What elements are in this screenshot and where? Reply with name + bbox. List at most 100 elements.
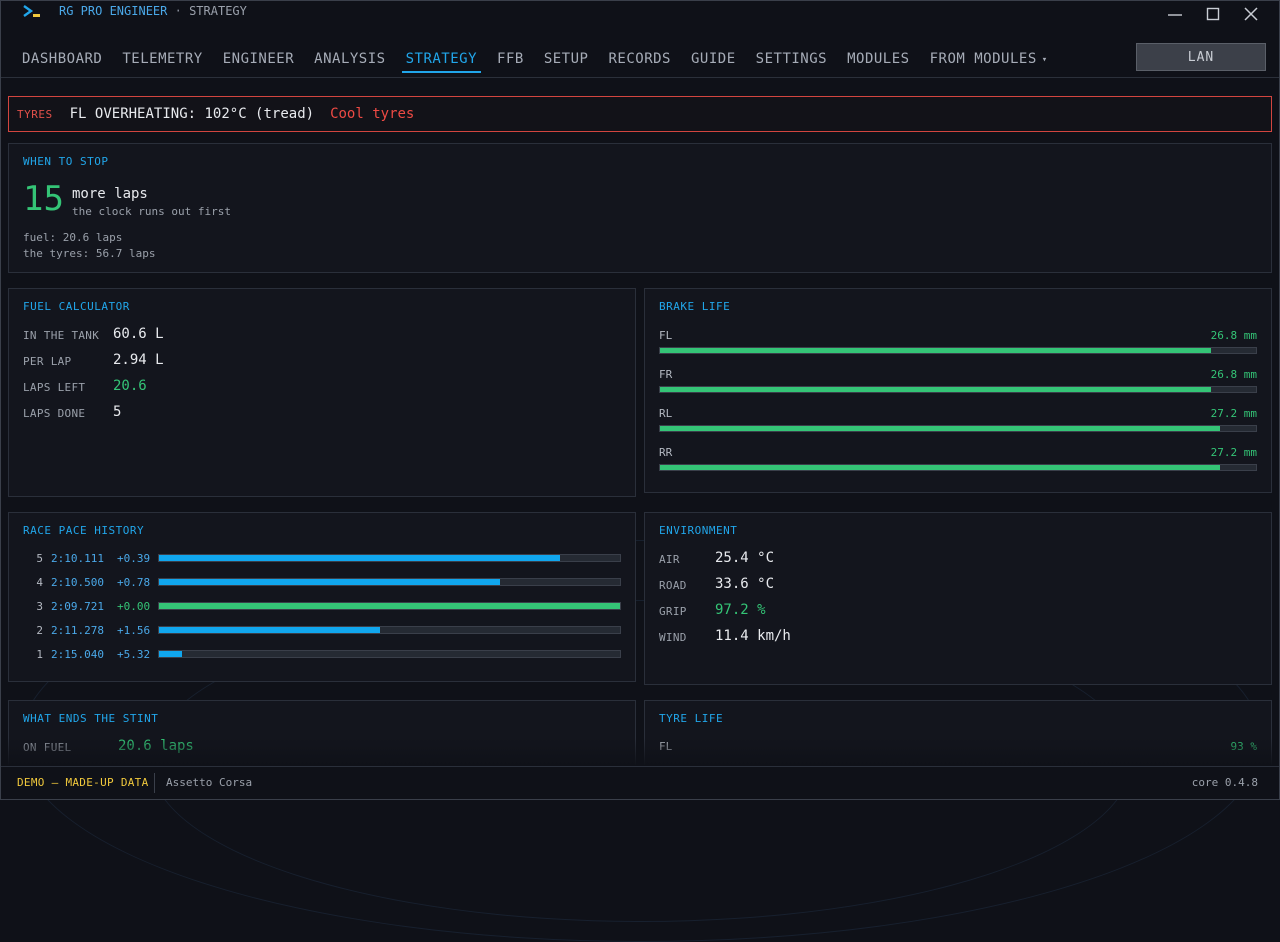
lap-time: 2:15.040 [51, 648, 104, 661]
pace-bar-fill [159, 603, 620, 609]
maximize-icon[interactable] [1202, 4, 1224, 24]
race-pace-panel: RACE PACE HISTORY 5 2:10.111 +0.39 4 2:1… [8, 512, 636, 682]
tab-engineer[interactable]: ENGINEER [223, 48, 294, 72]
terminal-logo-icon [22, 4, 42, 20]
version-label: core 0.4.8 [1191, 776, 1258, 789]
title-bar: RG PRO ENGINEER · STRATEGY [0, 0, 1280, 26]
panel-title: FUEL CALCULATOR [23, 300, 130, 313]
pace-bar [158, 650, 621, 658]
lap-time: 2:09.721 [51, 600, 104, 613]
lan-button[interactable]: LAN [1136, 43, 1266, 71]
env-label: WIND [659, 631, 687, 644]
fuel-laps-line: fuel: 20.6 laps [23, 231, 123, 244]
panel-title: WHEN TO STOP [23, 155, 109, 168]
brake-label: FR [659, 368, 673, 381]
brake-label: RL [659, 407, 673, 420]
brake-row: FR 26.8 mm [659, 368, 1257, 398]
tyre-alert-banner: TYRES FL OVERHEATING: 102°C (tread) Cool… [8, 96, 1272, 132]
tyre-value: 93 % [1230, 740, 1258, 753]
panel-title: RACE PACE HISTORY [23, 524, 145, 537]
lap-delta: +0.39 [117, 552, 151, 565]
lap-number: 5 [36, 552, 43, 565]
tab-dashboard[interactable]: DASHBOARD [22, 48, 102, 72]
fuel-value: 60.6 L [113, 326, 164, 342]
brake-value: 26.8 mm [1210, 368, 1257, 381]
panel-title: TYRE LIFE [659, 712, 724, 725]
brake-bar-fill [660, 426, 1221, 431]
close-icon[interactable] [1240, 4, 1262, 24]
pace-bar-fill [159, 627, 381, 633]
tab-from-modules[interactable]: FROM MODULES ▾ [930, 48, 1048, 72]
fuel-label: LAPS DONE [23, 407, 86, 420]
pace-row: 3 2:09.721 +0.00 [23, 600, 621, 614]
fuel-label: LAPS LEFT [23, 381, 86, 394]
fuel-value: 20.6 [113, 378, 147, 394]
tab-strategy[interactable]: STRATEGY [401, 48, 482, 73]
chevron-down-icon: ▾ [1041, 55, 1048, 65]
app-title: RG PRO ENGINEER · STRATEGY [59, 4, 247, 18]
pace-row: 2 2:11.278 +1.56 [23, 624, 621, 638]
pace-bar-fill [159, 555, 561, 561]
tab-ffb[interactable]: FFB [497, 48, 524, 72]
game-name: Assetto Corsa [166, 776, 253, 789]
env-value: 33.6 °C [715, 576, 775, 592]
brake-bar-fill [660, 465, 1221, 470]
brake-bar [659, 464, 1257, 471]
stint-label: ON FUEL [23, 741, 72, 754]
stint-value: 20.6 laps [118, 738, 194, 754]
lap-delta: +5.32 [117, 648, 151, 661]
pace-bar [158, 602, 621, 610]
brake-bar-fill [660, 387, 1212, 392]
pace-bar [158, 554, 621, 562]
main-nav: DASHBOARD TELEMETRY ENGINEER ANALYSIS ST… [22, 48, 1048, 78]
panel-title: ENVIRONMENT [659, 524, 738, 537]
status-bar: DEMO — MADE-UP DATA Assetto Corsa core 0… [0, 766, 1280, 800]
tab-guide[interactable]: GUIDE [691, 48, 736, 72]
tab-setup[interactable]: SETUP [544, 48, 589, 72]
tab-telemetry[interactable]: TELEMETRY [122, 48, 202, 72]
when-to-stop-panel: WHEN TO STOP 15 more laps the clock runs… [8, 143, 1272, 273]
brake-label: FL [659, 329, 673, 342]
tab-modules[interactable]: MODULES [847, 48, 910, 72]
lap-number: 4 [36, 576, 43, 589]
laps-remaining-value: 15 [23, 179, 64, 219]
lap-number: 2 [36, 624, 43, 637]
alert-message: FL OVERHEATING: 102°C (tread) [69, 106, 315, 122]
brake-bar [659, 425, 1257, 432]
brake-life-panel: BRAKE LIFE FL 26.8 mm FR 26.8 mm RL 27.2… [644, 288, 1272, 493]
nav-divider [0, 77, 1280, 78]
brake-label: RR [659, 446, 673, 459]
demo-badge: DEMO — MADE-UP DATA [17, 776, 149, 789]
tab-analysis[interactable]: ANALYSIS [314, 48, 385, 72]
env-value: 25.4 °C [715, 550, 775, 566]
brake-row: RL 27.2 mm [659, 407, 1257, 437]
fuel-calculator-panel: FUEL CALCULATOR IN THE TANK 60.6 L PER L… [8, 288, 636, 497]
alert-tag: TYRES [17, 107, 53, 121]
tyre-label: FL [659, 740, 673, 753]
env-label: ROAD [659, 579, 687, 592]
lap-delta: +0.78 [117, 576, 151, 589]
lap-number: 3 [36, 600, 43, 613]
pace-bar [158, 626, 621, 634]
lap-number: 1 [36, 648, 43, 661]
pace-row: 4 2:10.500 +0.78 [23, 576, 621, 590]
fuel-value: 2.94 L [113, 352, 164, 368]
brake-bar [659, 347, 1257, 354]
environment-panel: ENVIRONMENT AIR 25.4 °C ROAD 33.6 °C GRI… [644, 512, 1272, 685]
status-divider [154, 773, 155, 793]
env-label: AIR [659, 553, 680, 566]
panel-title: WHAT ENDS THE STINT [23, 712, 159, 725]
env-value: 97.2 % [715, 602, 766, 618]
tab-records[interactable]: RECORDS [608, 48, 671, 72]
pace-bar-fill [159, 651, 183, 657]
brake-bar-fill [660, 348, 1212, 353]
minimize-icon[interactable] [1164, 4, 1186, 24]
brake-value: 27.2 mm [1210, 446, 1257, 459]
lap-time: 2:11.278 [51, 624, 104, 637]
pace-bar [158, 578, 621, 586]
pace-row: 1 2:15.040 +5.32 [23, 648, 621, 662]
lap-delta: +1.56 [117, 624, 151, 637]
tab-settings[interactable]: SETTINGS [756, 48, 827, 72]
brake-row: FL 26.8 mm [659, 329, 1257, 359]
lap-delta: +0.00 [117, 600, 151, 613]
